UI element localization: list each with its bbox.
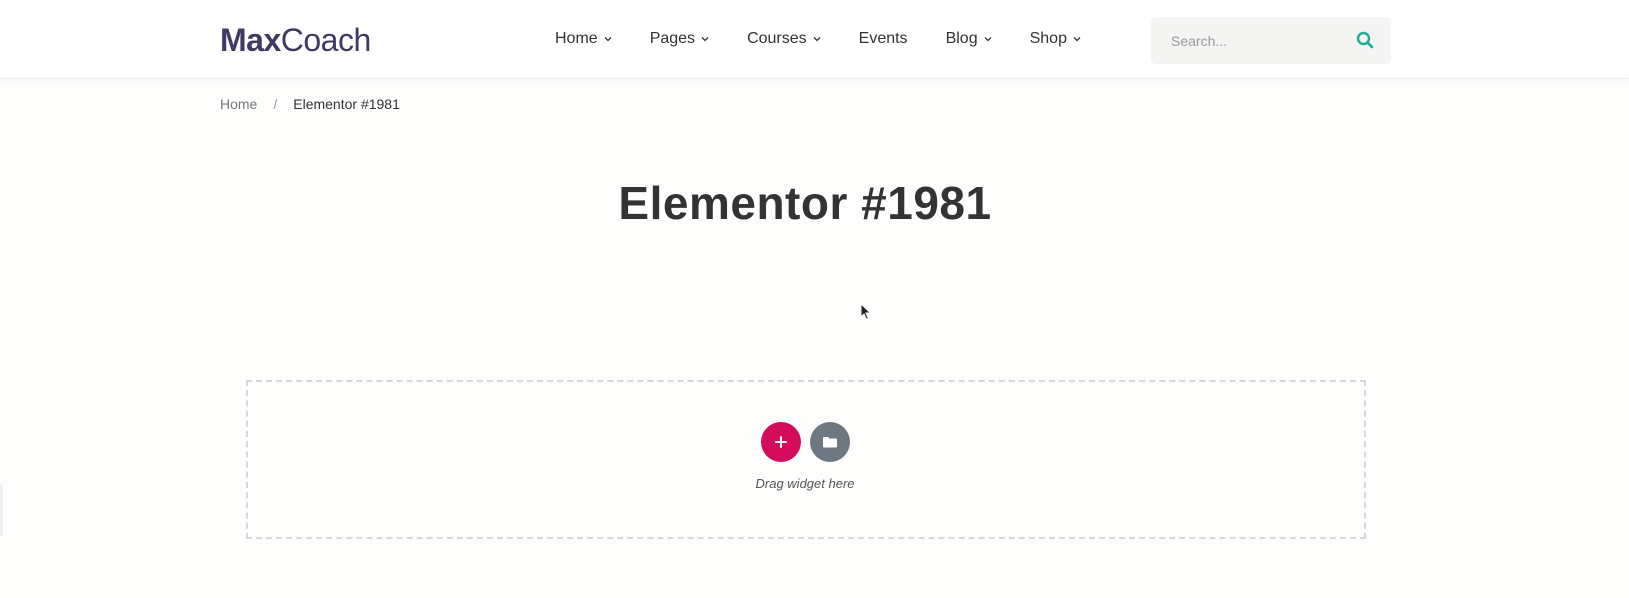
logo-light-part: Coach xyxy=(280,22,372,58)
add-section-button[interactable] xyxy=(761,422,801,462)
nav-item-label: Blog xyxy=(945,30,978,47)
site-logo[interactable]: MaxCoach xyxy=(220,22,371,58)
nav-item-label: Pages xyxy=(649,30,696,47)
nav-item-pages[interactable]: Pages xyxy=(650,30,709,48)
breadcrumb-home-link[interactable]: Home xyxy=(220,96,257,112)
nav-item-home[interactable]: Home xyxy=(555,30,612,48)
logo-bold-part: Max xyxy=(220,22,281,58)
search-input[interactable] xyxy=(1171,32,1361,49)
plus-icon xyxy=(775,436,787,448)
side-panel-toggle[interactable] xyxy=(0,484,3,536)
chevron-down-icon xyxy=(813,37,821,42)
nav-item-label: Shop xyxy=(1029,30,1067,47)
elementor-drop-zone[interactable] xyxy=(246,380,1366,539)
chevron-down-icon xyxy=(604,37,612,42)
main-nav: Home Pages Courses Events Blog Shop xyxy=(555,27,1119,51)
search-icon[interactable] xyxy=(1355,30,1375,50)
nav-item-shop[interactable]: Shop xyxy=(1030,30,1081,48)
nav-item-events[interactable]: Events xyxy=(859,30,908,48)
breadcrumb: Home / Elementor #1981 xyxy=(220,96,400,112)
nav-item-label: Home xyxy=(555,30,598,47)
nav-item-label: Events xyxy=(858,30,908,47)
folder-icon xyxy=(823,437,837,448)
mouse-cursor-icon xyxy=(860,303,872,321)
breadcrumb-separator: / xyxy=(273,96,278,112)
chevron-down-icon xyxy=(1073,37,1081,42)
site-header: MaxCoach Home Pages Courses Events Blog … xyxy=(0,0,1629,79)
page-title: Elementor #1981 xyxy=(618,177,992,229)
nav-item-label: Courses xyxy=(747,30,807,47)
add-template-button[interactable] xyxy=(810,422,850,462)
nav-item-blog[interactable]: Blog xyxy=(946,30,992,48)
drag-widget-hint: Drag widget here xyxy=(755,476,855,491)
search-box xyxy=(1151,17,1391,64)
nav-item-courses[interactable]: Courses xyxy=(747,30,821,48)
chevron-down-icon xyxy=(984,37,992,42)
chevron-down-icon xyxy=(701,37,709,42)
breadcrumb-current: Elementor #1981 xyxy=(293,96,400,112)
